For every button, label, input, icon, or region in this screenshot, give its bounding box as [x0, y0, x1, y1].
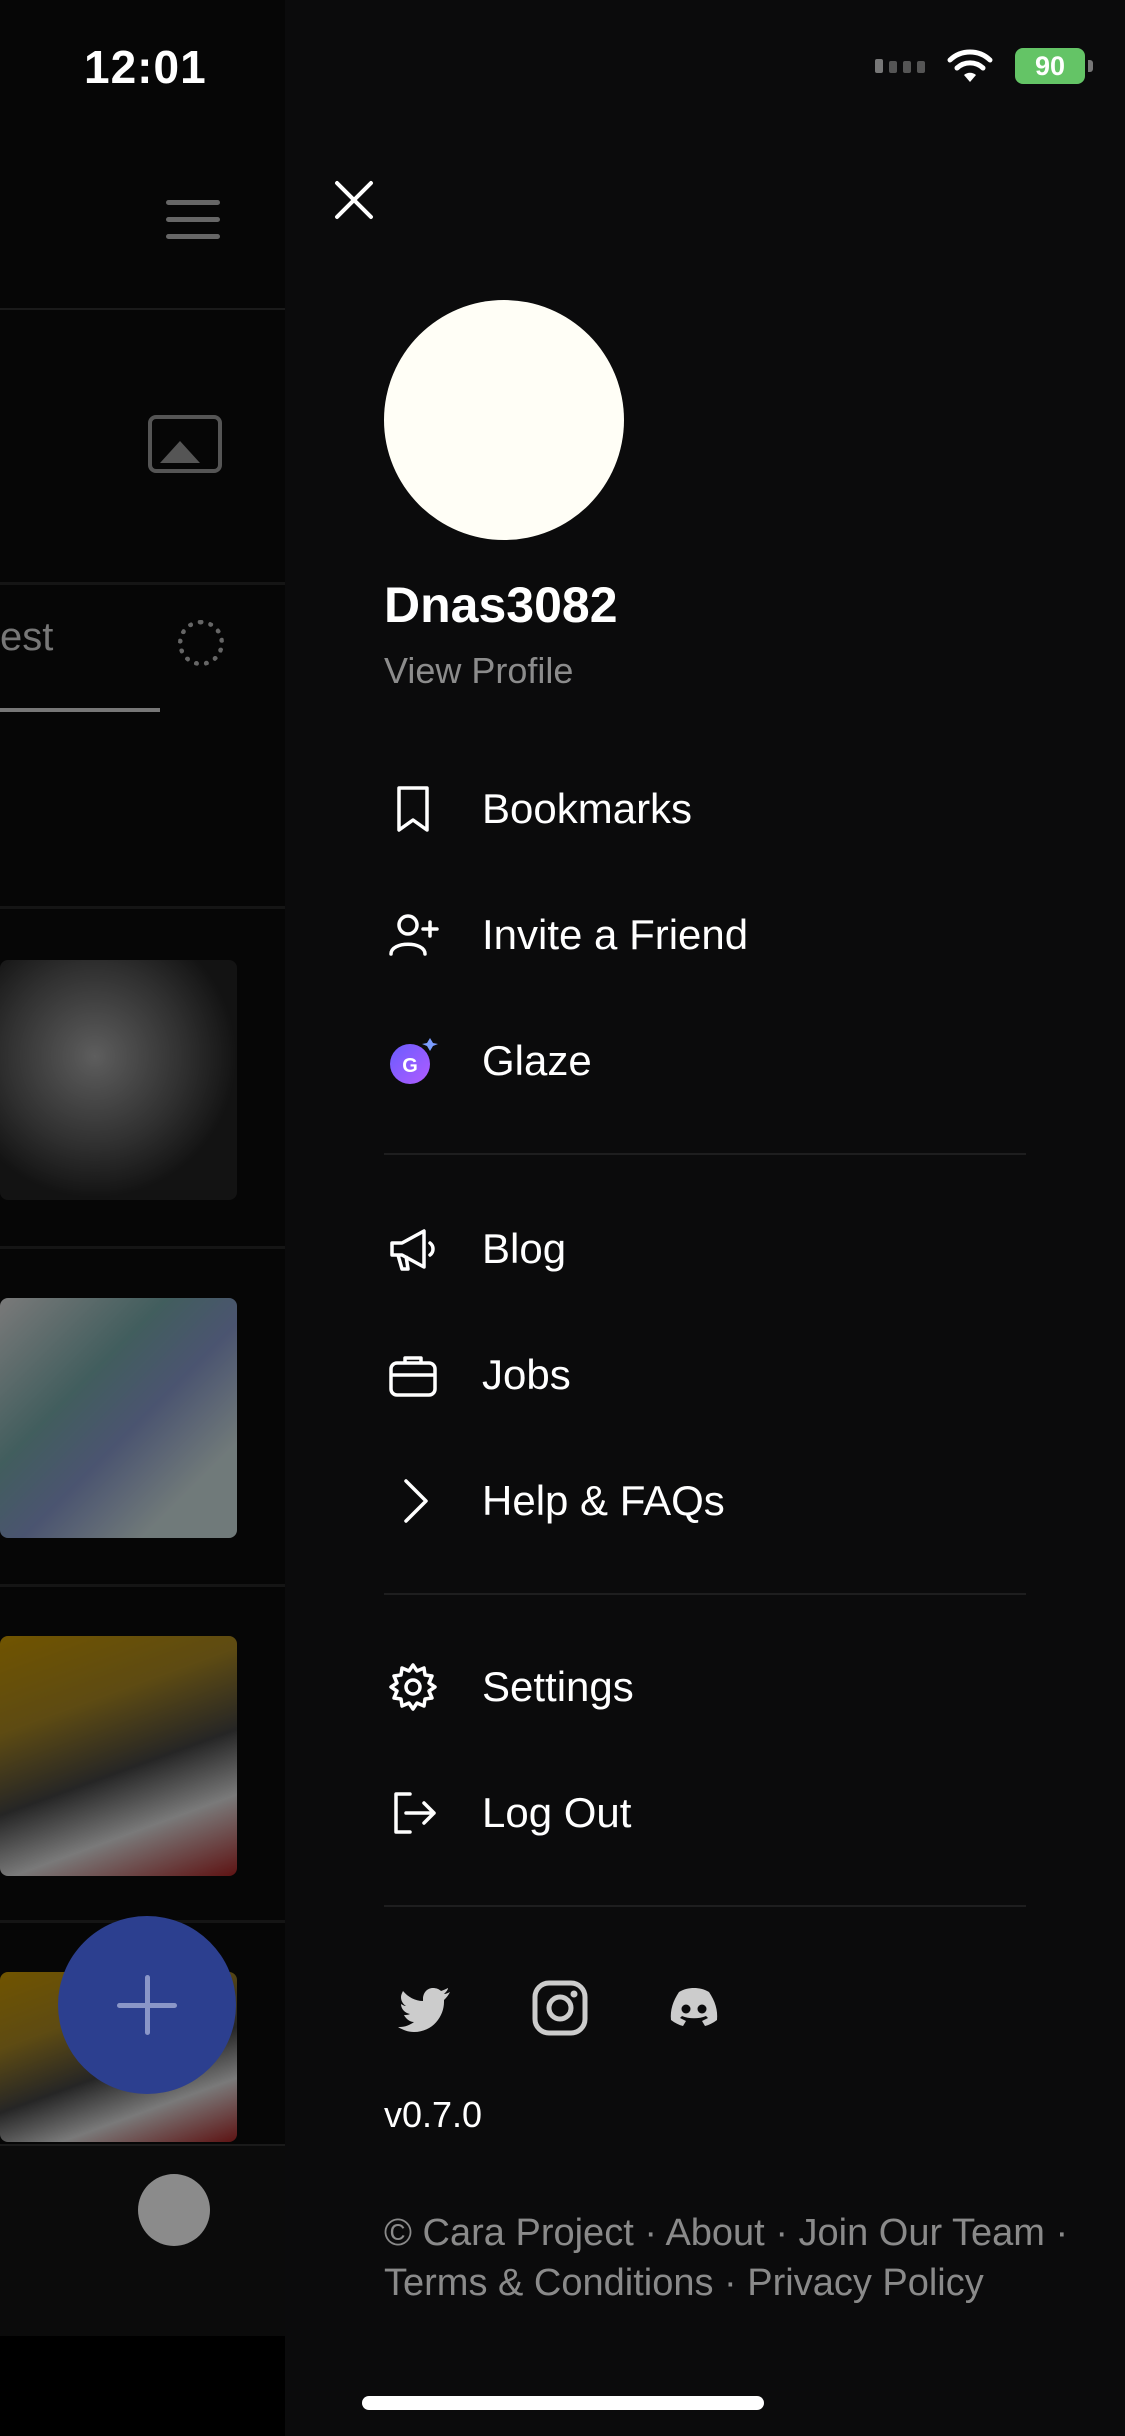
social-links [396, 1978, 724, 2038]
create-post-button[interactable] [58, 1916, 236, 2094]
instagram-icon[interactable] [530, 1978, 590, 2038]
signal-icon [875, 59, 925, 73]
bg-avatar[interactable] [138, 2174, 210, 2246]
twitter-icon[interactable] [396, 1978, 456, 2038]
menu-item-logout[interactable]: Log Out [384, 1768, 1024, 1858]
footer-separator: · [775, 2212, 788, 2254]
join-our-team-link[interactable]: Join Our Team [799, 2212, 1045, 2254]
status-bar: 12:01 90 [0, 0, 1125, 130]
bookmark-icon [384, 780, 442, 838]
menu-divider [384, 1593, 1026, 1595]
menu-item-help-faqs[interactable]: Help & FAQs [384, 1456, 1024, 1546]
menu-label: Bookmarks [482, 785, 693, 832]
post-thumbnail[interactable] [0, 1636, 237, 1876]
briefcase-icon [384, 1346, 442, 1404]
menu-item-settings[interactable]: Settings [384, 1642, 1024, 1732]
about-link[interactable]: About [665, 2212, 764, 2254]
home-indicator [362, 2396, 764, 2410]
menu-item-blog[interactable]: Blog [384, 1204, 1024, 1294]
bg-header [0, 130, 285, 310]
menu-label: Help & FAQs [482, 1477, 725, 1524]
bg-divider [0, 906, 285, 909]
menu-item-jobs[interactable]: Jobs [384, 1330, 1024, 1420]
bg-divider [0, 582, 285, 585]
menu-label: Settings [482, 1663, 634, 1710]
bg-tab-underline [0, 708, 160, 712]
battery-level: 90 [1034, 50, 1066, 81]
logout-icon [384, 1784, 442, 1842]
user-plus-icon [384, 906, 442, 964]
menu-item-glaze[interactable]: G Glaze [384, 1016, 1024, 1106]
gear-icon [384, 1658, 442, 1716]
glaze-icon: G [384, 1032, 442, 1090]
bg-tab-label[interactable]: est [0, 615, 53, 660]
menu-divider [384, 1153, 1026, 1155]
hamburger-menu-icon[interactable] [166, 200, 220, 240]
plus-icon [117, 1975, 177, 2035]
status-time: 12:01 [84, 41, 207, 93]
menu-label: Jobs [482, 1351, 571, 1398]
footer-links: © Cara Project · About · Join Our Team ·… [384, 2208, 1104, 2308]
bg-bottom-bar [0, 2144, 285, 2336]
wifi-icon [947, 49, 993, 82]
discord-icon[interactable] [664, 1978, 724, 2038]
chevron-right-icon [384, 1472, 442, 1530]
bg-gear-icon[interactable] [178, 620, 224, 666]
close-icon[interactable] [324, 170, 384, 230]
view-profile-link[interactable]: View Profile [384, 650, 573, 692]
footer-separator: · [724, 2262, 737, 2304]
menu-item-invite-friend[interactable]: Invite a Friend [384, 890, 1024, 980]
copyright-text: © Cara Project [384, 2212, 634, 2254]
status-icons: 90 [875, 48, 1093, 84]
menu-label: Invite a Friend [482, 911, 749, 958]
image-icon[interactable] [148, 415, 222, 473]
menu-item-bookmarks[interactable]: Bookmarks [384, 764, 1024, 854]
menu-divider [384, 1905, 1026, 1907]
megaphone-icon [384, 1220, 442, 1278]
battery-icon: 90 [1015, 48, 1093, 84]
bg-divider [0, 1246, 285, 1249]
svg-text:G: G [402, 1055, 418, 1077]
username[interactable]: Dnas3082 [384, 576, 618, 634]
bg-divider [0, 1584, 285, 1587]
privacy-policy-link[interactable]: Privacy Policy [747, 2262, 984, 2304]
post-thumbnail[interactable] [0, 1298, 237, 1538]
footer-separator: · [644, 2212, 657, 2254]
avatar[interactable] [384, 300, 624, 540]
app-version: v0.7.0 [384, 2094, 483, 2135]
menu-label: Blog [482, 1225, 567, 1272]
terms-link[interactable]: Terms & Conditions [384, 2262, 713, 2304]
background-app: est [0, 0, 285, 2336]
menu-label: Log Out [482, 1789, 632, 1836]
footer-separator: · [1055, 2212, 1069, 2254]
post-thumbnail[interactable] [0, 960, 237, 1200]
menu-label: Glaze [482, 1037, 592, 1084]
